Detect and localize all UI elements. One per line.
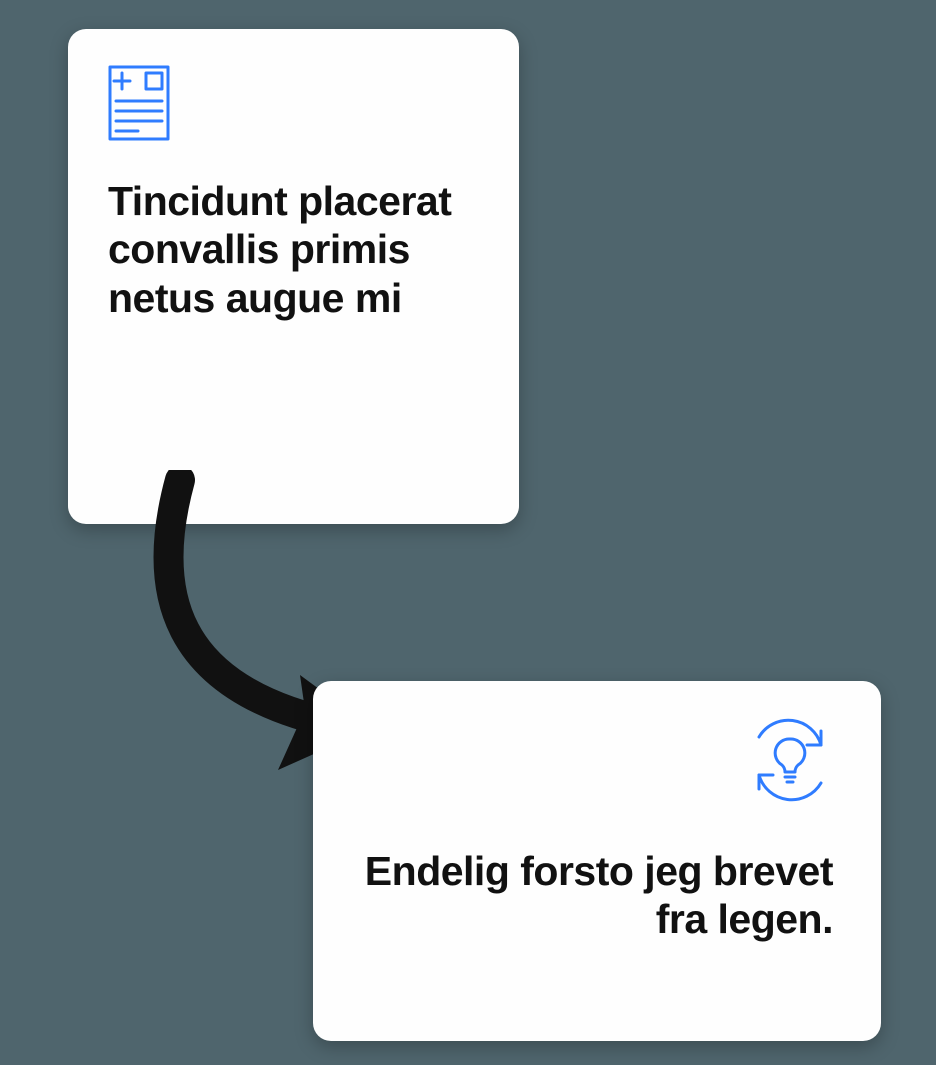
card-source-heading: Tincidunt placerat convallis primis netu… [108,177,479,322]
card-result: Endelig forsto jeg brevet fra legen. [313,681,881,1041]
card-source-icon-wrap [108,65,479,141]
lightbulb-refresh-icon [747,717,833,803]
card-result-icon-wrap [353,717,833,803]
medical-record-icon [108,65,170,141]
card-result-heading: Endelig forsto jeg brevet fra legen. [353,847,833,944]
card-source: Tincidunt placerat convallis primis netu… [68,29,519,524]
